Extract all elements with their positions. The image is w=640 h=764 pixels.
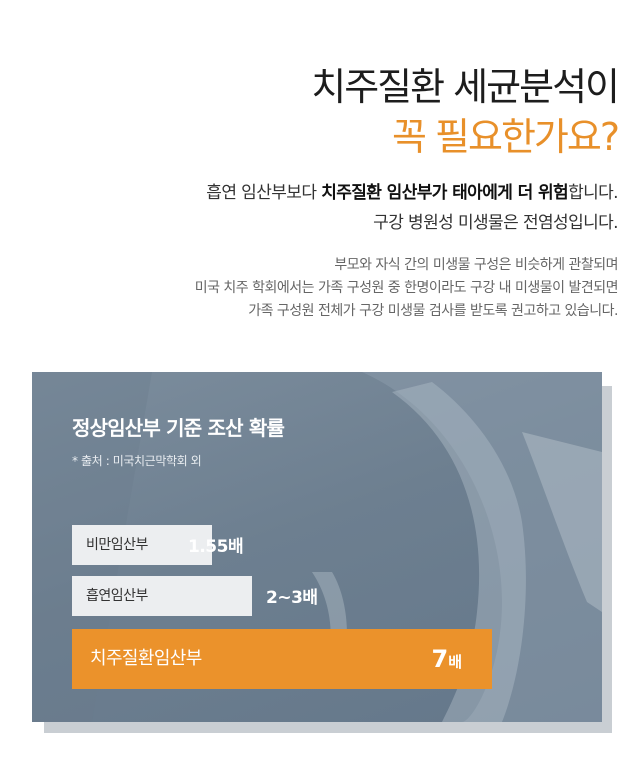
bar-obese-label: 비만임산부 bbox=[86, 537, 148, 553]
bar-smoking-value: 2~3배 bbox=[266, 588, 318, 608]
bar-periodontal-number: 7 bbox=[431, 645, 449, 673]
statistics-panel: 정상임산부 기준 조산 확률 * 출처 : 미국치근막학회 외 비만임산부 1.… bbox=[32, 372, 602, 722]
lead-line-1-post: 합니다. bbox=[568, 183, 619, 203]
lead-text: 흡연 임산부보다 치주질환 임산부가 태아에게 더 위험합니다. 구강 병원성 … bbox=[206, 178, 618, 238]
lead-line-1-bold: 치주질환 임산부가 태아에게 더 위험 bbox=[321, 183, 569, 203]
lead-line-1-pre: 흡연 임산부보다 bbox=[206, 183, 322, 203]
source-note: * 출처 : 미국치근막학회 외 bbox=[72, 454, 202, 468]
main-heading: 치주질환 세균분석이 꼭 필요한가요? bbox=[311, 62, 620, 162]
bar-smoking-label: 흡연임산부 bbox=[86, 588, 148, 604]
heading-line-1: 치주질환 세균분석이 bbox=[311, 65, 620, 109]
description-line-2: 미국 치주 학회에서는 가족 구성원 중 한명이라도 구강 내 미생물이 발견되… bbox=[194, 280, 619, 296]
panel-title: 정상임산부 기준 조산 확률 bbox=[72, 416, 285, 440]
description: 부모와 자식 간의 미생물 구성은 비슷하게 관찰되며 미국 치주 학회에서는 … bbox=[194, 254, 619, 323]
bar-periodontal-value: 7배 bbox=[431, 629, 462, 692]
description-line-1: 부모와 자식 간의 미생물 구성은 비슷하게 관찰되며 bbox=[334, 257, 618, 273]
bar-periodontal-unit: 배 bbox=[448, 653, 462, 671]
bar-periodontal: 치주질환임산부 7배 bbox=[72, 629, 492, 689]
lead-line-1: 흡연 임산부보다 치주질환 임산부가 태아에게 더 위험합니다. bbox=[206, 178, 618, 208]
description-line-3: 가족 구성원 전체가 구강 미생물 검사를 받도록 권고하고 있습니다. bbox=[248, 303, 618, 319]
bar-periodontal-label: 치주질환임산부 bbox=[90, 648, 202, 669]
lead-line-2: 구강 병원성 미생물은 전염성입니다. bbox=[373, 213, 618, 233]
heading-line-2: 꼭 필요한가요? bbox=[391, 115, 620, 159]
bar-smoking: 흡연임산부 bbox=[72, 576, 252, 616]
bar-obese-value: 1.55배 bbox=[188, 537, 244, 557]
